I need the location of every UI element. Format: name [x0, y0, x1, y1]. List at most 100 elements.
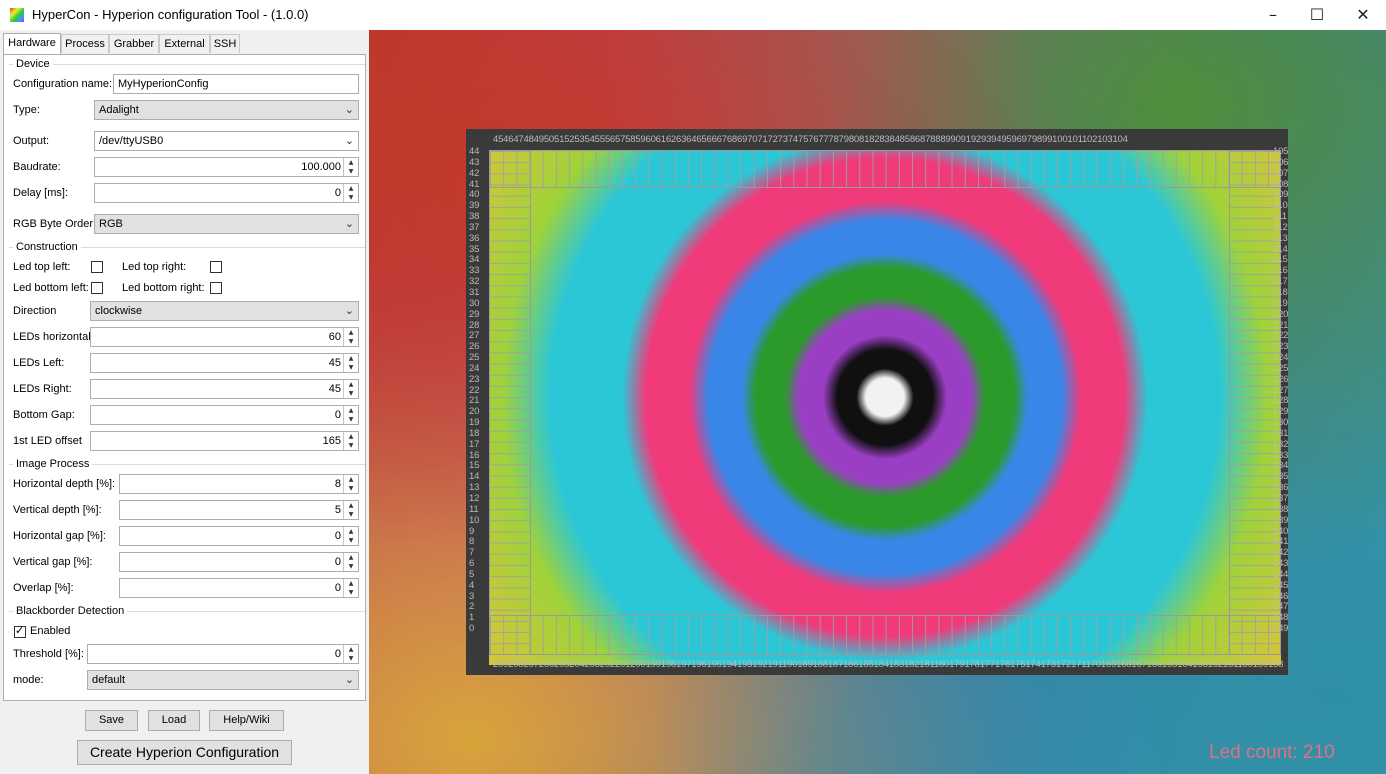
spin-down-icon[interactable]: ▼	[344, 167, 358, 176]
led-number: 117	[1273, 276, 1288, 288]
spin-buttons: ▲ ▼	[343, 380, 358, 398]
led-number: 36	[469, 232, 480, 244]
led-number: 35	[469, 243, 480, 255]
spin-buttons: ▲ ▼	[343, 501, 358, 519]
config-name-input[interactable]: MyHyperionConfig	[113, 74, 359, 94]
title-bar: HyperCon - Hyperion configuration Tool -…	[0, 0, 1386, 30]
divider	[9, 64, 365, 65]
led-number: 147	[1273, 601, 1289, 613]
leds-horizontal-spinner[interactable]: 60 ▲ ▼	[90, 327, 359, 347]
spin-up-icon[interactable]: ▲	[344, 158, 358, 167]
spin-up-icon[interactable]: ▲	[344, 475, 358, 484]
led-number: 124	[1273, 352, 1289, 364]
vertical-gap-spinner[interactable]: 0 ▲ ▼	[119, 552, 359, 572]
led-offset-spinner[interactable]: 165 ▲ ▼	[90, 431, 359, 451]
leds-horizontal-value: 60	[328, 331, 341, 343]
baudrate-value: 100.000	[301, 161, 341, 173]
spin-down-icon[interactable]: ▼	[344, 654, 358, 663]
spin-up-icon[interactable]: ▲	[344, 354, 358, 363]
direction-select[interactable]: clockwise ⌄	[90, 301, 359, 321]
spin-up-icon[interactable]: ▲	[344, 406, 358, 415]
rgb-order-select[interactable]: RGB ⌄	[94, 214, 359, 234]
led-bottom-left-checkbox[interactable]	[91, 282, 103, 294]
tab-process[interactable]: Process	[61, 34, 109, 53]
spin-down-icon[interactable]: ▼	[344, 510, 358, 519]
leds-right-spinner[interactable]: 45 ▲ ▼	[90, 379, 359, 399]
spin-down-icon[interactable]: ▼	[344, 337, 358, 346]
spin-down-icon[interactable]: ▼	[344, 363, 358, 372]
mode-select[interactable]: default ⌄	[87, 670, 359, 690]
rgb-order-value: RGB	[99, 218, 123, 230]
led-top-right-checkbox[interactable]	[210, 261, 222, 273]
horizontal-depth-label: Horizontal depth [%]:	[13, 478, 116, 490]
minimize-button[interactable]: –	[1250, 0, 1296, 30]
output-select[interactable]: /dev/ttyUSB0 ⌄	[94, 131, 359, 151]
output-label: Output:	[13, 135, 50, 147]
output-value: /dev/ttyUSB0	[99, 135, 164, 147]
spin-up-icon[interactable]: ▲	[344, 579, 358, 588]
led-number: 32	[469, 276, 480, 288]
led-number: 42	[469, 167, 480, 179]
spin-down-icon[interactable]: ▼	[344, 441, 358, 450]
spin-up-icon[interactable]: ▲	[344, 432, 358, 441]
maximize-button[interactable]: ☐	[1294, 0, 1340, 30]
horizontal-depth-spinner[interactable]: 8 ▲ ▼	[119, 474, 359, 494]
spin-down-icon[interactable]: ▼	[344, 562, 358, 571]
tab-grabber[interactable]: Grabber	[109, 34, 159, 53]
spin-up-icon[interactable]: ▲	[344, 501, 358, 510]
spin-up-icon[interactable]: ▲	[344, 184, 358, 193]
group-image-process: Image Process	[13, 458, 93, 470]
overlap-spinner[interactable]: 0 ▲ ▼	[119, 578, 359, 598]
overlap-value: 0	[334, 582, 341, 594]
save-button[interactable]: Save	[85, 710, 138, 731]
blackborder-enabled-checkbox[interactable]	[14, 624, 26, 638]
spin-up-icon[interactable]: ▲	[344, 645, 358, 654]
delay-spinner[interactable]: 0 ▲ ▼	[94, 183, 359, 203]
help-wiki-button[interactable]: Help/Wiki	[209, 710, 284, 731]
spin-down-icon[interactable]: ▼	[344, 588, 358, 597]
load-button[interactable]: Load	[148, 710, 200, 731]
led-top-left-checkbox[interactable]	[91, 261, 103, 273]
spin-down-icon[interactable]: ▼	[344, 415, 358, 424]
spin-up-icon[interactable]: ▲	[344, 527, 358, 536]
baudrate-spinner[interactable]: 100.000 ▲ ▼	[94, 157, 359, 177]
chevron-down-icon: ⌄	[344, 103, 354, 116]
spin-up-icon[interactable]: ▲	[344, 553, 358, 562]
led-number: 31	[469, 286, 480, 298]
led-number: 122	[1273, 330, 1289, 342]
led-strip-left	[489, 150, 531, 655]
mode-label: mode:	[13, 674, 44, 686]
spin-down-icon[interactable]: ▼	[344, 389, 358, 398]
led-number: 27	[469, 330, 480, 342]
led-number: 135	[1273, 471, 1289, 483]
led-bottom-right-checkbox[interactable]	[210, 282, 222, 294]
spin-up-icon[interactable]: ▲	[344, 380, 358, 389]
create-config-button[interactable]: Create Hyperion Configuration	[77, 740, 292, 765]
close-button[interactable]: ✕	[1340, 0, 1386, 30]
blackborder-enabled-label: Enabled	[30, 625, 71, 637]
threshold-spinner[interactable]: 0 ▲ ▼	[87, 644, 359, 664]
tab-external[interactable]: External	[159, 34, 210, 53]
horizontal-gap-spinner[interactable]: 0 ▲ ▼	[119, 526, 359, 546]
vertical-depth-spinner[interactable]: 5 ▲ ▼	[119, 500, 359, 520]
tab-ssh[interactable]: SSH	[210, 34, 240, 53]
spin-down-icon[interactable]: ▼	[344, 536, 358, 545]
bottom-gap-label: Bottom Gap:	[13, 409, 75, 421]
spin-down-icon[interactable]: ▼	[344, 484, 358, 493]
leds-left-spinner[interactable]: 45 ▲ ▼	[90, 353, 359, 373]
led-number: 44	[469, 146, 480, 157]
led-number: 112	[1273, 221, 1288, 233]
tab-hardware[interactable]: Hardware	[3, 33, 61, 54]
leds-left-value: 45	[328, 357, 341, 369]
spin-up-icon[interactable]: ▲	[344, 328, 358, 337]
led-number: 21	[469, 395, 480, 407]
type-select[interactable]: Adalight ⌄	[94, 100, 359, 120]
bottom-gap-spinner[interactable]: 0 ▲ ▼	[90, 405, 359, 425]
led-number: 25	[469, 352, 480, 364]
led-number: 129	[1273, 406, 1289, 418]
led-number: 146	[1273, 590, 1289, 602]
spin-down-icon[interactable]: ▼	[344, 193, 358, 202]
leds-right-label: LEDs Right:	[13, 383, 72, 395]
direction-value: clockwise	[95, 305, 143, 317]
led-number: 9	[469, 525, 475, 537]
